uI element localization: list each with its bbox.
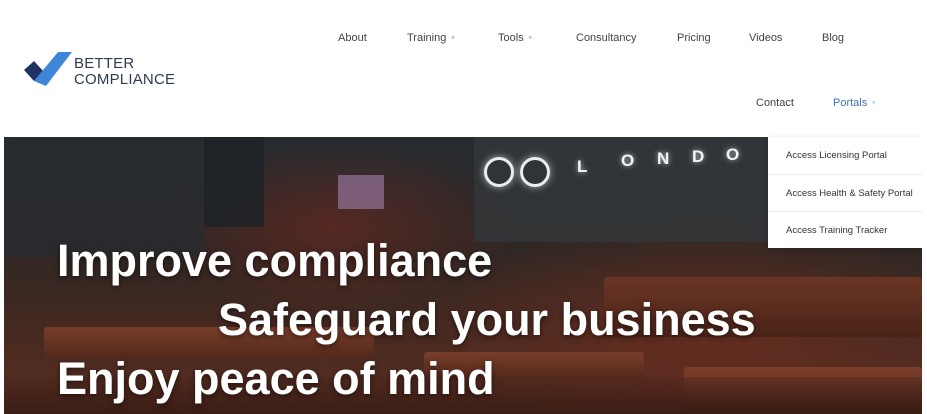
neon-sign-letter: N (657, 149, 672, 168)
nav-portals-label: Portals (833, 97, 868, 109)
neon-sign-letter: D (692, 147, 707, 166)
nav-contact[interactable]: Contact (756, 96, 794, 110)
neon-sign-letter: O (621, 151, 637, 170)
brand-name-line2: COMPLIANCE (74, 71, 176, 88)
nav-blog-label: Blog (822, 32, 845, 44)
nav-pricing[interactable]: Pricing (677, 31, 711, 45)
nav-tools[interactable]: Tools ▫ (498, 31, 532, 46)
neon-ring-icon (520, 157, 550, 187)
nav-tools-label: Tools (498, 32, 524, 44)
brand-name: BETTER COMPLIANCE (74, 56, 175, 88)
caret-down-icon: ▫ (451, 33, 455, 42)
hero-bg-pillar (204, 137, 264, 227)
dropdown-item-licensing-portal[interactable]: Access Licensing Portal (768, 137, 922, 174)
hero-headline-line3: Enjoy peace of mind (57, 353, 495, 404)
portals-dropdown: Access Licensing Portal Access Health & … (768, 137, 922, 248)
nav-about-label: About (338, 32, 367, 44)
dropdown-item-health-safety-portal[interactable]: Access Health & Safety Portal (768, 174, 922, 211)
neon-sign-letter: L (577, 157, 590, 176)
nav-consultancy[interactable]: Consultancy (576, 31, 637, 45)
dropdown-item-training-tracker[interactable]: Access Training Tracker (768, 211, 922, 248)
nav-training[interactable]: Training ▫ (407, 31, 454, 46)
hero-bg-picture (338, 175, 384, 209)
nav-videos[interactable]: Videos (749, 31, 782, 45)
checkmark-logo-icon (24, 52, 72, 86)
nav-contact-label: Contact (756, 97, 794, 109)
nav-blog[interactable]: Blog (822, 31, 844, 45)
site-header: BETTER COMPLIANCE About Training ▫ Tools ▫… (4, 10, 922, 137)
neon-sign-letter: O (726, 145, 742, 164)
nav-videos-label: Videos (749, 32, 783, 44)
page: BETTER COMPLIANCE About Training ▫ Tools ▫… (4, 10, 922, 414)
nav-training-label: Training (407, 32, 447, 44)
hero-headline-line1: Improve compliance (57, 235, 493, 286)
nav-consultancy-label: Consultancy (576, 32, 637, 44)
brand-name-line1: BETTER (74, 55, 135, 72)
hero-headline-line2: Safeguard your business (218, 294, 756, 345)
nav-about[interactable]: About (338, 31, 367, 45)
nav-portals[interactable]: Portals ▫ (833, 96, 875, 111)
nav-pricing-label: Pricing (677, 32, 711, 44)
neon-ring-icon (484, 157, 514, 187)
caret-down-icon: ▫ (528, 33, 532, 42)
brand-logo[interactable]: BETTER COMPLIANCE (24, 50, 204, 94)
caret-down-icon: ▫ (872, 98, 876, 107)
